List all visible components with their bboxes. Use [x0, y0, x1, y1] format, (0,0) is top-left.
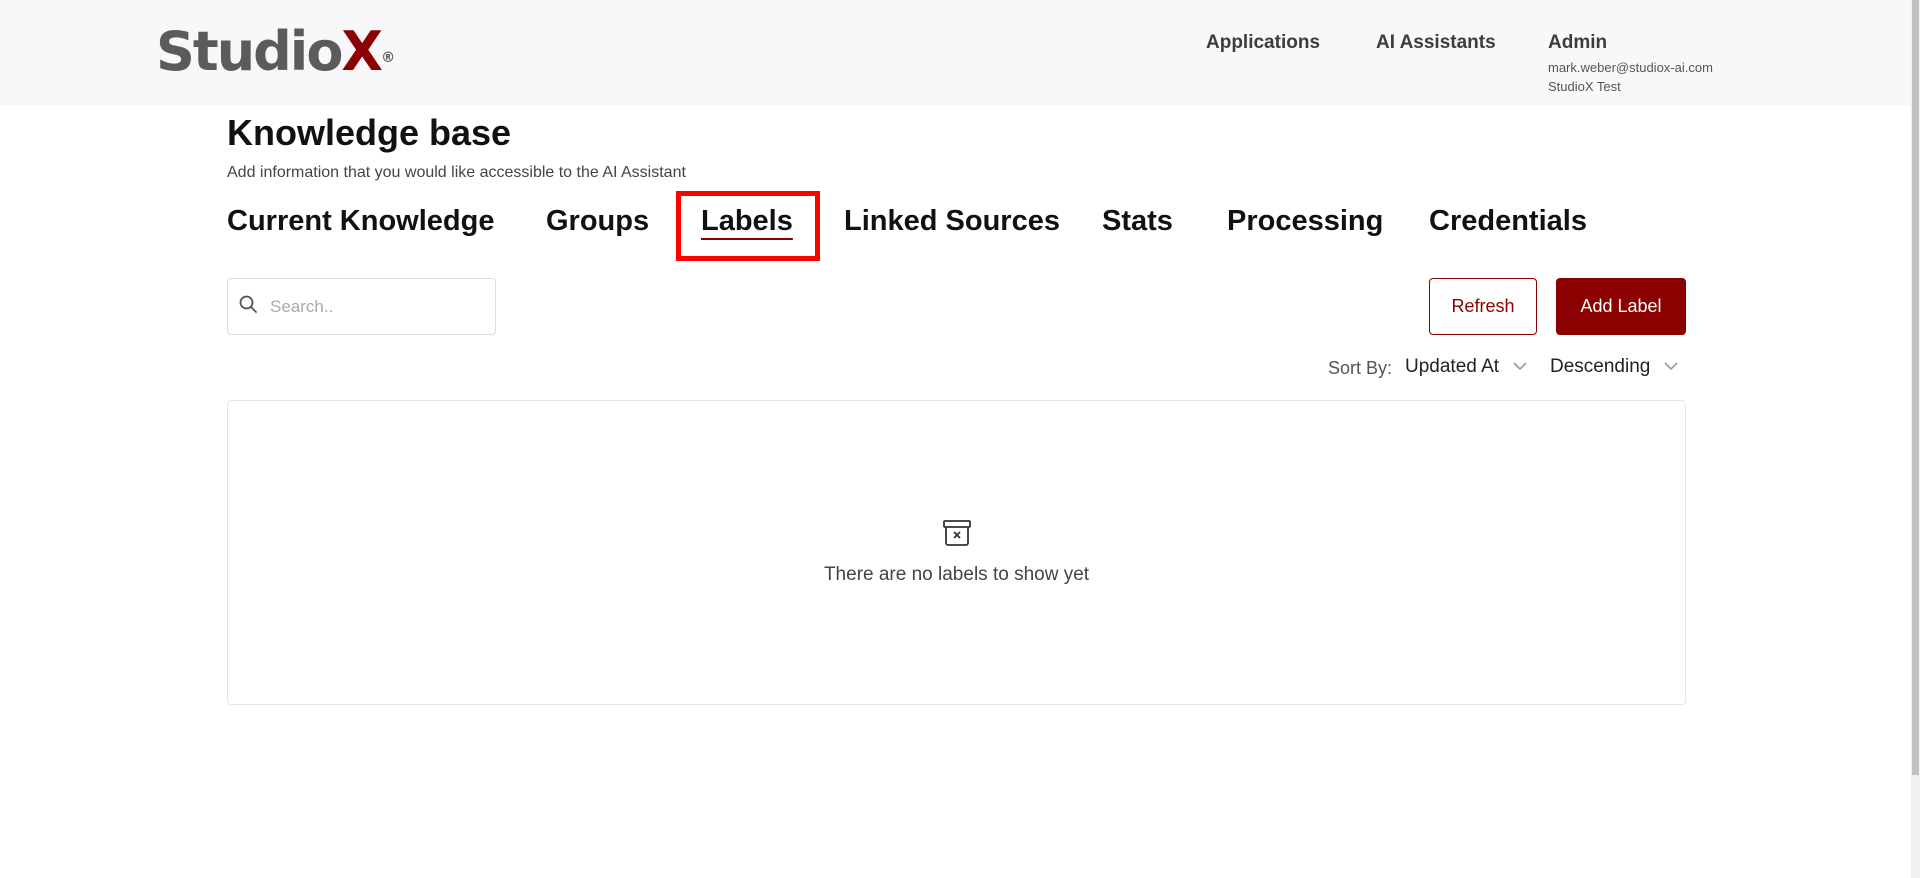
sort-field-select[interactable]: Updated At	[1405, 356, 1527, 378]
nav-ai-assistants[interactable]: AI Assistants	[1376, 32, 1496, 54]
add-label-button[interactable]: Add Label	[1556, 278, 1686, 335]
user-org: StudioX Test	[1548, 79, 1621, 94]
chevron-down-icon	[1513, 358, 1527, 376]
tab-processing[interactable]: Processing	[1227, 205, 1383, 238]
sort-order-value: Descending	[1550, 356, 1651, 377]
search-box[interactable]	[227, 278, 496, 335]
sort-field-value: Updated At	[1405, 356, 1500, 377]
tab-current-knowledge[interactable]: Current Knowledge	[227, 205, 494, 238]
page-title: Knowledge base	[227, 112, 512, 153]
refresh-button[interactable]: Refresh	[1429, 278, 1537, 335]
scrollbar-thumb[interactable]	[1912, 0, 1919, 775]
archive-x-icon	[228, 519, 1685, 552]
chevron-down-icon	[1664, 358, 1678, 376]
nav-applications[interactable]: Applications	[1206, 32, 1320, 54]
tab-labels[interactable]: Labels	[701, 205, 793, 238]
studiox-logo[interactable]: StudioX®	[156, 22, 395, 82]
user-name[interactable]: Admin	[1548, 32, 1607, 54]
top-bar: StudioX® Applications AI Assistants Admi…	[0, 0, 1920, 105]
sort-order-select[interactable]: Descending	[1550, 356, 1678, 378]
tab-linked-sources[interactable]: Linked Sources	[844, 205, 1060, 238]
search-icon	[238, 294, 258, 319]
sort-by-label: Sort By:	[1328, 358, 1393, 378]
empty-state-message: There are no labels to show yet	[823, 564, 1090, 585]
page-subtitle: Add information that you would like acce…	[227, 164, 686, 181]
user-email: mark.weber@studiox-ai.com	[1548, 60, 1713, 75]
tab-credentials[interactable]: Credentials	[1429, 205, 1587, 238]
tab-groups[interactable]: Groups	[546, 205, 649, 238]
scrollbar[interactable]	[1911, 0, 1920, 878]
tab-stats[interactable]: Stats	[1102, 205, 1173, 238]
search-input[interactable]	[268, 295, 482, 318]
labels-list-panel: There are no labels to show yet	[227, 400, 1686, 705]
